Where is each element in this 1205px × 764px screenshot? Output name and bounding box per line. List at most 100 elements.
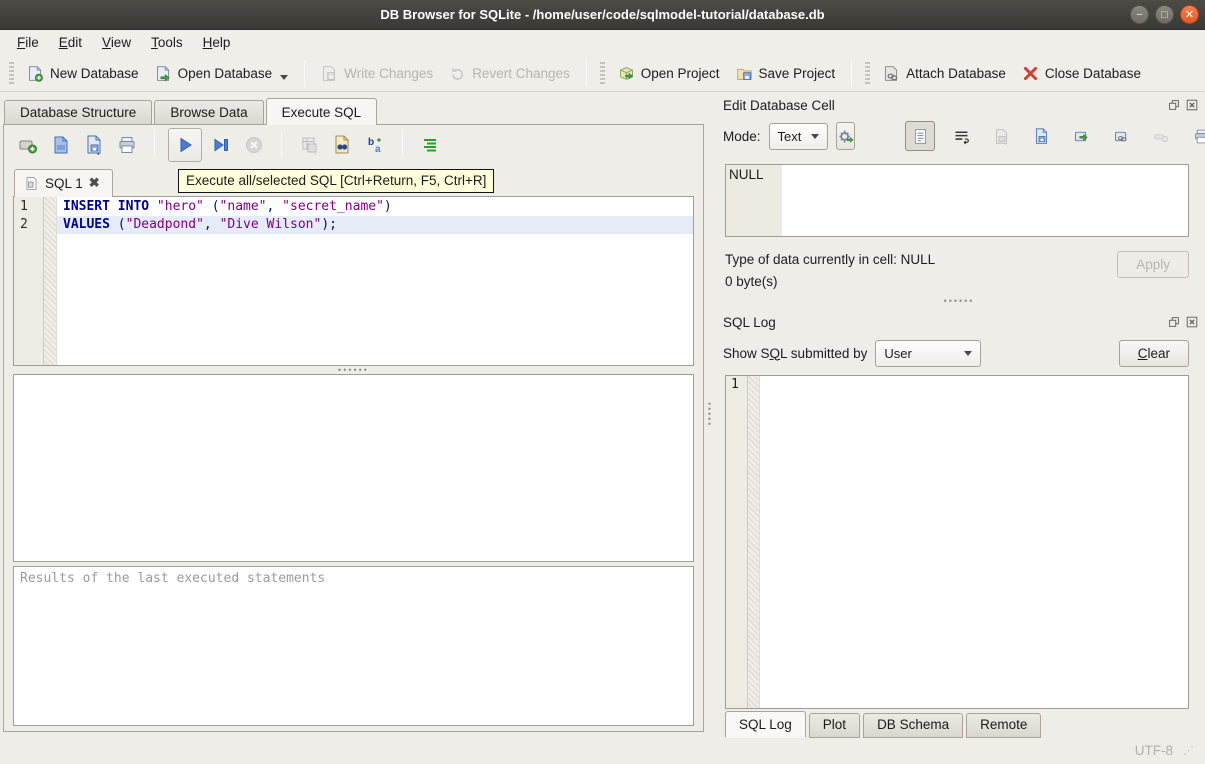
menu-edit[interactable]: Edit bbox=[50, 32, 91, 53]
app-window: DB Browser for SQLite - /home/user/code/… bbox=[0, 0, 1205, 764]
line-number-gutter: 12 bbox=[14, 197, 44, 365]
open-database-button[interactable]: Open Database bbox=[147, 61, 297, 86]
dock-tab-bar: SQL Log Plot DB Schema Remote bbox=[713, 709, 1205, 737]
word-wrap-button[interactable] bbox=[947, 122, 975, 150]
close-database-button[interactable]: Close Database bbox=[1014, 61, 1149, 86]
menu-file[interactable]: File bbox=[8, 32, 48, 53]
apply-button: Apply bbox=[1117, 251, 1189, 278]
save-project-icon bbox=[736, 65, 753, 82]
dock-tab-sql-log[interactable]: SQL Log bbox=[725, 711, 806, 738]
mode-select[interactable]: Text bbox=[769, 123, 829, 150]
sql-code-editor[interactable]: 12 INSERT INTO "hero" ("name", "secret_n… bbox=[13, 196, 694, 366]
sql-log-dock-header: SQL Log bbox=[713, 309, 1205, 333]
tab-execute-sql[interactable]: Execute SQL bbox=[266, 98, 378, 125]
text-mode-button[interactable] bbox=[905, 121, 935, 151]
sql-code-lines[interactable]: INSERT INTO "hero" ("name", "secret_name… bbox=[57, 197, 693, 365]
menu-help[interactable]: Help bbox=[194, 32, 240, 53]
toolbar-grip[interactable] bbox=[865, 62, 870, 84]
dock-tab-remote[interactable]: Remote bbox=[966, 713, 1041, 738]
attach-database-label: Attach Database bbox=[906, 66, 1006, 81]
results-grid[interactable] bbox=[13, 374, 694, 562]
export-cell-data-button[interactable] bbox=[1067, 122, 1095, 150]
open-in-external-button[interactable] bbox=[1107, 122, 1135, 150]
close-dock-icon[interactable] bbox=[1185, 98, 1199, 112]
svg-text:a: a bbox=[375, 144, 381, 155]
auto-apply-button[interactable] bbox=[836, 122, 855, 150]
vertical-splitter[interactable]: ••••• bbox=[706, 92, 713, 737]
float-dock-icon[interactable] bbox=[1167, 315, 1181, 329]
dock-tab-db-schema[interactable]: DB Schema bbox=[863, 713, 963, 738]
replace-in-sql-button[interactable]: ba bbox=[361, 131, 389, 159]
save-sql-file-button[interactable] bbox=[80, 131, 108, 159]
horizontal-splitter[interactable]: •••••• bbox=[4, 366, 703, 374]
submitted-by-select[interactable]: User bbox=[875, 340, 981, 367]
save-project-label: Save Project bbox=[759, 66, 836, 81]
sql-toolbar: ba bbox=[4, 125, 703, 165]
open-sql-file-button[interactable] bbox=[47, 131, 75, 159]
toolbar-separator bbox=[304, 60, 305, 86]
dock-splitter[interactable]: •••••• bbox=[713, 293, 1205, 309]
print-cell-button[interactable] bbox=[1187, 122, 1205, 150]
sql-log-title: SQL Log bbox=[723, 315, 1167, 330]
cell-size-info: 0 byte(s) bbox=[725, 271, 1117, 293]
float-dock-icon[interactable] bbox=[1167, 98, 1181, 112]
encoding-indicator: UTF-8 bbox=[1135, 743, 1173, 758]
results-message-pane[interactable]: Results of the last executed statements bbox=[13, 566, 694, 726]
mode-select-value: Text bbox=[778, 129, 802, 144]
execute-current-line-button[interactable] bbox=[207, 131, 235, 159]
revert-changes-icon bbox=[449, 65, 466, 82]
maximize-button[interactable]: □ bbox=[1155, 5, 1174, 24]
open-database-label: Open Database bbox=[178, 66, 273, 81]
tab-database-structure[interactable]: Database Structure bbox=[4, 100, 152, 125]
open-project-button[interactable]: Open Project bbox=[610, 61, 728, 86]
show-sql-label: Show SQL submitted by bbox=[723, 346, 867, 361]
tab-browse-data[interactable]: Browse Data bbox=[154, 100, 263, 125]
sql-file-tab[interactable]: SQL 1 ✖ bbox=[14, 169, 113, 197]
open-database-dropdown-caret[interactable] bbox=[280, 75, 288, 80]
minimize-button[interactable]: − bbox=[1130, 5, 1149, 24]
sql-toolbar-separator bbox=[154, 132, 155, 158]
menu-bar: File Edit View Tools Help bbox=[0, 30, 1205, 55]
line-number: 2 bbox=[20, 216, 43, 234]
menu-view[interactable]: View bbox=[93, 32, 140, 53]
execute-all-button[interactable] bbox=[168, 128, 202, 162]
chevron-down-icon bbox=[811, 134, 819, 139]
toolbar-grip[interactable] bbox=[600, 62, 605, 84]
close-sql-tab-icon[interactable]: ✖ bbox=[89, 175, 100, 191]
resize-grip[interactable]: ⋰ bbox=[1183, 744, 1193, 757]
attach-database-button[interactable]: Attach Database bbox=[875, 61, 1014, 86]
sql-file-tab-label: SQL 1 bbox=[45, 176, 83, 191]
cell-value-editor[interactable]: NULL bbox=[725, 164, 1189, 237]
execute-current-line-icon bbox=[211, 135, 231, 155]
code-line[interactable]: INSERT INTO "hero" ("name", "secret_name… bbox=[57, 198, 693, 216]
dock-tab-plot[interactable]: Plot bbox=[809, 713, 860, 738]
sql-log-text-area[interactable]: 1 bbox=[725, 375, 1189, 709]
title-bar: DB Browser for SQLite - /home/user/code/… bbox=[0, 0, 1205, 30]
open-project-label: Open Project bbox=[641, 66, 720, 81]
stop-icon bbox=[244, 135, 264, 155]
cell-edit-iconbar bbox=[905, 121, 1205, 151]
format-sql-button[interactable] bbox=[416, 131, 444, 159]
write-changes-label: Write Changes bbox=[344, 66, 433, 81]
save-project-button[interactable]: Save Project bbox=[728, 61, 844, 86]
toolbar-grip[interactable] bbox=[9, 62, 14, 84]
clear-log-button[interactable]: Clear bbox=[1119, 340, 1189, 367]
save-cell-button bbox=[987, 122, 1015, 150]
close-dock-icon[interactable] bbox=[1185, 315, 1199, 329]
code-line[interactable]: VALUES ("Deadpond", "Dive Wilson"); bbox=[57, 216, 693, 234]
print-sql-button[interactable] bbox=[113, 131, 141, 159]
new-database-label: New Database bbox=[50, 66, 139, 81]
line-number: 1 bbox=[20, 198, 43, 216]
edit-cell-controls: Mode: Text bbox=[713, 116, 1205, 154]
menu-tools[interactable]: Tools bbox=[142, 32, 192, 53]
close-database-label: Close Database bbox=[1045, 66, 1141, 81]
new-database-button[interactable]: New Database bbox=[19, 61, 147, 86]
import-cell-data-button[interactable] bbox=[1027, 122, 1055, 150]
new-sql-tab-button[interactable] bbox=[14, 131, 42, 159]
close-button[interactable]: ✕ bbox=[1180, 5, 1199, 24]
import-cell-icon bbox=[1033, 128, 1050, 145]
replace-icon: ba bbox=[365, 135, 385, 155]
fold-margin bbox=[44, 197, 57, 365]
find-in-sql-button[interactable] bbox=[328, 131, 356, 159]
export-cell-icon bbox=[1073, 128, 1090, 145]
